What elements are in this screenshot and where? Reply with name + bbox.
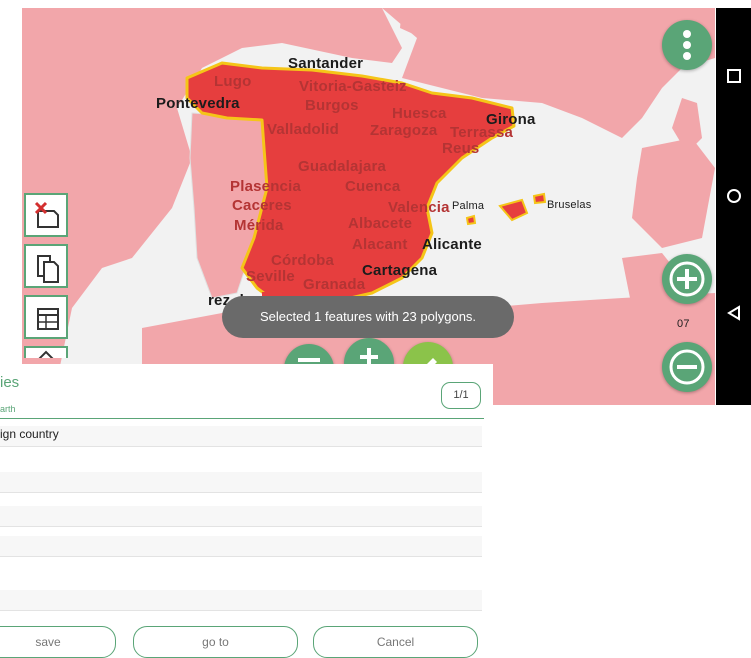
map-label-cordoba: Córdoba	[271, 252, 335, 269]
map-label-reus: Reus	[442, 140, 480, 157]
properties-panel: ies arth 1/1 ign country save go to Canc…	[0, 364, 493, 658]
more-vert-icon	[683, 30, 691, 60]
field-2-input[interactable]	[0, 506, 482, 527]
system-nav-bar	[716, 8, 751, 405]
zoom-out-button[interactable]	[662, 342, 712, 392]
zoom-in-button[interactable]	[662, 254, 712, 304]
back-icon	[727, 305, 740, 321]
map-label-cartagena: Cartagena	[362, 262, 438, 279]
panel-title: ies	[0, 374, 20, 391]
selection-toast: Selected 1 features with 23 polygons.	[222, 296, 514, 338]
map-label-vitoria: Vitoria-Gasteiz	[299, 78, 407, 95]
map-label-huesca: Huesca	[392, 105, 447, 122]
map-label-alacant: Alacant	[352, 236, 408, 253]
page-indicator[interactable]: 1/1	[441, 382, 481, 409]
field-3-input[interactable]	[0, 536, 482, 557]
map-label-caceres: Caceres	[232, 197, 292, 214]
feature-tools-column	[24, 193, 72, 358]
edit-tool-button[interactable]	[24, 346, 68, 358]
map-label-granada: Granada	[303, 276, 366, 293]
zoom-out-icon	[669, 349, 705, 385]
map-label-zaragoza: Zaragoza	[370, 122, 438, 139]
map-label-terrassa: Terrassa	[450, 124, 514, 141]
attribute-table-button[interactable]	[24, 295, 68, 339]
map-label-cuenca: Cuenca	[345, 178, 401, 195]
back-button[interactable]	[724, 303, 744, 323]
map-label-pontevedra: Pontevedra	[156, 95, 240, 112]
clear-selection-button[interactable]	[24, 193, 68, 237]
home-button[interactable]	[724, 186, 744, 206]
goto-button[interactable]: go to	[133, 626, 298, 658]
recent-apps-button[interactable]	[724, 66, 744, 86]
field-4-input[interactable]	[0, 590, 482, 611]
table-icon	[37, 308, 59, 330]
cancel-button[interactable]: Cancel	[313, 626, 478, 658]
save-button[interactable]: save	[0, 626, 116, 658]
panel-divider	[0, 418, 484, 419]
map-label-merida: Mérida	[234, 217, 284, 234]
map-label-valladolid: Valladolid	[267, 121, 340, 138]
map-label-palma: Palma	[452, 200, 485, 212]
copy-button[interactable]	[24, 244, 68, 288]
map-label-guadalajara: Guadalajara	[298, 158, 387, 175]
field-1-input[interactable]	[0, 472, 482, 493]
map-label-albacete: Albacete	[348, 215, 413, 232]
more-menu-button[interactable]	[662, 20, 712, 70]
map-label-santander: Santander	[288, 55, 364, 72]
map-label-bruselas: Bruselas	[547, 199, 592, 211]
map-label-burgos: Burgos	[305, 97, 359, 114]
copy-icon	[37, 255, 59, 283]
recent-apps-icon	[727, 69, 741, 83]
zoom-in-icon	[669, 261, 705, 297]
map-label-alicante: Alicante	[422, 236, 482, 253]
field-0-input[interactable]: ign country	[0, 426, 482, 447]
map-label-valencia: Valencia	[388, 199, 450, 216]
clear-selection-icon	[34, 201, 59, 228]
map-label-lugo: Lugo	[214, 73, 252, 90]
map-label-seville: Seville	[246, 268, 295, 285]
zoom-level-label: 07	[677, 318, 690, 330]
map-view[interactable]: Santander Pontevedra Lugo Vitoria-Gastei…	[22, 8, 715, 405]
map-label-plasencia: Plasencia	[230, 178, 302, 195]
panel-subtitle: arth	[0, 404, 16, 414]
home-icon	[727, 189, 741, 203]
edit-icon	[38, 350, 54, 358]
